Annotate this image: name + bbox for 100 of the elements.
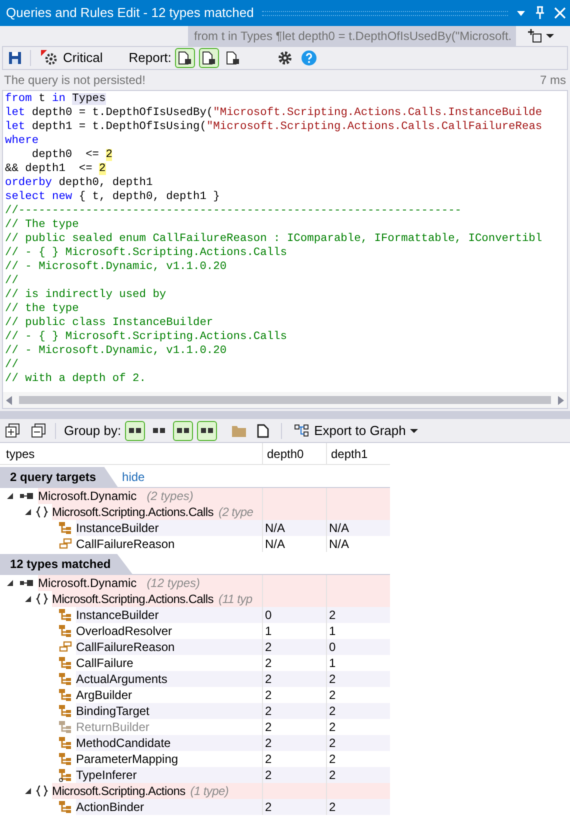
horizontal-scrollbar[interactable]: [3, 392, 567, 408]
scrollbar-thumb[interactable]: [19, 396, 551, 404]
code-editor[interactable]: [2, 90, 568, 409]
export-to-graph-button[interactable]: Export to Graph: [294, 420, 418, 440]
critical-button[interactable]: Critical: [39, 48, 105, 68]
tree-group-row[interactable]: Microsoft.Scripting.Actions.Calls (11 typ: [52, 591, 262, 607]
type-count: (11 typ: [218, 591, 252, 608]
caret-icon: [546, 33, 554, 39]
column-header[interactable]: types: [0, 444, 262, 462]
group-by-toggle[interactable]: [125, 420, 146, 440]
scroll-right-icon[interactable]: [558, 396, 564, 404]
report-toggle[interactable]: [199, 48, 220, 68]
type-name[interactable]: InstanceBuilder: [76, 607, 262, 623]
assembly-icon: [19, 579, 33, 587]
window-title: Queries and Rules Edit - 12 types matched: [6, 4, 254, 22]
table-cell: 2: [262, 639, 326, 655]
expanded-triangle-icon[interactable]: [24, 595, 32, 603]
expanded-triangle-icon[interactable]: [24, 787, 32, 795]
code-line: where: [5, 134, 40, 148]
status-message: The query is not persisted!: [4, 72, 146, 89]
type-name[interactable]: ActionBinder: [76, 799, 262, 815]
pin-icon[interactable]: [534, 6, 546, 20]
table-cell: 2: [262, 767, 326, 783]
table-cell: 0: [262, 607, 326, 623]
type-name[interactable]: TypeInferer: [76, 767, 262, 783]
caret-icon: [410, 428, 418, 434]
collapse-all-icon[interactable]: [31, 422, 47, 438]
report-toggle[interactable]: [175, 48, 196, 68]
class-icon: [58, 521, 74, 535]
help-icon[interactable]: [301, 50, 318, 66]
type-count: (12 types): [146, 575, 200, 591]
namespace-name: Microsoft.Scripting.Actions: [52, 783, 186, 800]
assembly-name: Microsoft.Dynamic: [38, 575, 137, 591]
code-line: orderby depth0, depth1: [5, 176, 154, 190]
code-line: // - Microsoft.Dynamic, v1.1.0.20: [5, 260, 228, 274]
table-cell: [262, 591, 326, 607]
expanded-triangle-icon[interactable]: [6, 492, 14, 500]
tree-group-row[interactable]: Microsoft.Scripting.Actions (1 type): [52, 783, 262, 799]
code-line: // - { } Microsoft.Scripting.Actions.Calls: [5, 246, 288, 260]
type-name[interactable]: MethodCandidate: [76, 735, 262, 751]
report-label: Report:: [128, 49, 172, 68]
code-line: // is indirectly used by: [5, 288, 168, 302]
column-header[interactable]: depth0: [262, 443, 326, 464]
code-line: select new { t, depth0, depth1 }: [5, 190, 221, 204]
code-line: // with a depth of 2.: [5, 372, 147, 386]
table-cell: 2: [326, 671, 390, 687]
code-line: // - { } Microsoft.Scripting.Actions.Calls: [5, 330, 288, 344]
type-name[interactable]: BindingTarget: [76, 703, 262, 719]
type-count: (1 type): [190, 783, 229, 800]
add-window-icon: [528, 29, 542, 43]
save-icon[interactable]: [8, 51, 22, 65]
table-cell: 2: [326, 799, 390, 815]
table-cell: [326, 504, 390, 520]
gear-flag-icon: [41, 50, 59, 66]
enum-icon: [58, 640, 74, 654]
tree-group-row[interactable]: Microsoft.Scripting.Actions.Calls (2 type: [52, 504, 262, 520]
tree-group-row[interactable]: Microsoft.Dynamic (12 types): [38, 575, 262, 591]
table-cell: [326, 591, 390, 607]
expand-all-icon[interactable]: [5, 422, 21, 438]
report-icon: [178, 51, 192, 65]
dropdown-caret-icon[interactable]: [516, 8, 526, 18]
table-cell: [262, 783, 326, 799]
code-line: // the type: [5, 302, 80, 316]
group-by-toggle[interactable]: [197, 420, 218, 440]
namespace-braces-icon: [36, 506, 48, 518]
table-cell: [262, 575, 326, 591]
report-icon: [226, 51, 240, 65]
type-name[interactable]: ActualArguments: [76, 671, 262, 687]
class-icon: [58, 720, 74, 734]
code-line: // The type: [5, 218, 80, 232]
code-line: //: [5, 274, 20, 288]
table-cell: 0: [326, 639, 390, 655]
group-by-label: Group by:: [64, 422, 122, 440]
expanded-triangle-icon[interactable]: [6, 579, 14, 587]
table-cell: 2: [326, 767, 390, 783]
settings-icon[interactable]: [277, 50, 294, 66]
group-by-toggle[interactable]: [173, 420, 194, 440]
code-line: // - Microsoft.Dynamic, v1.1.0.20: [5, 344, 228, 358]
class-icon: [58, 752, 74, 766]
column-header[interactable]: depth1: [326, 443, 390, 464]
class-icon: [58, 688, 74, 702]
code-line: //------------------------------------------------------------------: [5, 204, 463, 218]
assembly-icon: [19, 492, 33, 500]
tree-group-row[interactable]: Microsoft.Dynamic (2 types): [38, 488, 262, 504]
document-icon[interactable]: [257, 424, 270, 438]
scroll-left-icon[interactable]: [6, 396, 12, 404]
type-name[interactable]: InstanceBuilder: [76, 520, 262, 536]
namespace-braces-icon: [36, 593, 48, 605]
table-cell: [326, 575, 390, 591]
code-line: depth0 <= 2: [30, 148, 114, 162]
type-name[interactable]: CallFailureReason: [76, 639, 262, 655]
query-summary: from t in Types ¶let depth0 = t.DepthOfIsUsedBy("Microsoft.: [188, 26, 516, 46]
hide-link[interactable]: hide: [122, 468, 145, 486]
expanded-triangle-icon[interactable]: [24, 508, 32, 516]
table-cell: 2: [326, 735, 390, 751]
namespace-name: Microsoft.Scripting.Actions.Calls: [52, 591, 214, 608]
table-cell: 2: [262, 799, 326, 815]
class-icon: [58, 624, 74, 638]
table-cell: N/A: [326, 520, 390, 536]
close-icon[interactable]: [554, 7, 566, 19]
